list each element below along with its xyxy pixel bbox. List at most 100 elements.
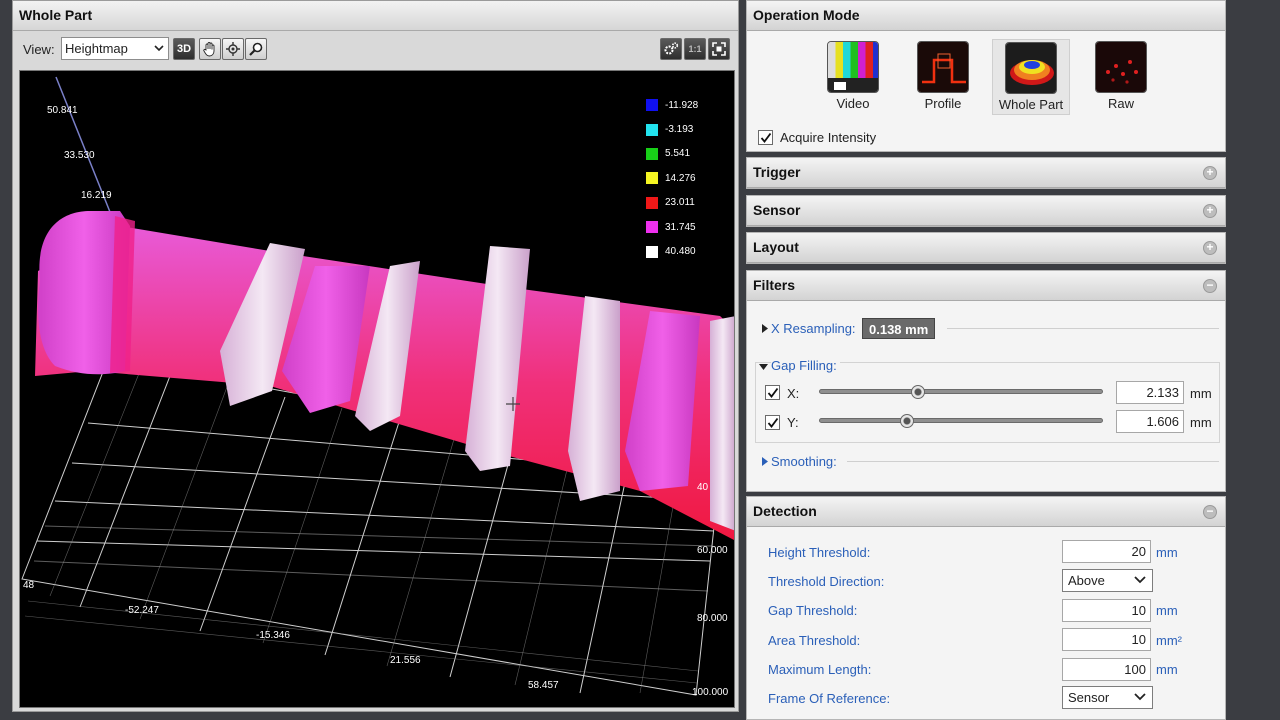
one-to-one-button[interactable]: 1:1: [684, 38, 706, 60]
gap-threshold-input[interactable]: 10: [1062, 599, 1151, 622]
operation-mode-section: Operation Mode Video Profile Whole Part …: [746, 0, 1226, 152]
expand-arrow-icon[interactable]: [762, 324, 768, 333]
trigger-header[interactable]: Trigger +: [747, 158, 1225, 188]
collapse-arrow-icon[interactable]: [759, 364, 768, 370]
height-threshold-unit: mm: [1156, 545, 1178, 560]
gap-x-label: X:: [787, 386, 800, 401]
mode-label: Raw: [1107, 96, 1134, 111]
operation-mode-title: Operation Mode: [753, 7, 860, 23]
gap-y-label: Y:: [787, 415, 799, 430]
gap-y-slider-thumb[interactable]: [900, 414, 915, 428]
legend-swatch: [646, 221, 658, 234]
legend-item: -3.193: [646, 117, 726, 141]
area-threshold-input[interactable]: 10: [1062, 628, 1151, 651]
x-tick-label: 58.457: [528, 680, 559, 691]
z-tick-label: 16.219: [81, 190, 112, 201]
frame-of-reference-select[interactable]: Sensor: [1062, 686, 1153, 709]
3d-view-button[interactable]: 3D: [173, 38, 195, 60]
y-tick-label: 60.000: [697, 545, 728, 556]
trigger-title: Trigger: [753, 164, 801, 180]
whole-part-panel: Whole Part View: Heightmap 3D 1:1 50.841…: [12, 0, 739, 712]
gap-x-input[interactable]: 2.133: [1116, 381, 1184, 404]
x-tick-label: 21.556: [390, 655, 421, 666]
expand-icon[interactable]: +: [1203, 166, 1217, 180]
expand-icon[interactable]: +: [1203, 204, 1217, 218]
x-resampling-value[interactable]: 0.138 mm: [862, 318, 936, 339]
gap-x-checkbox[interactable]: [765, 385, 780, 400]
height-threshold-input[interactable]: 20: [1062, 540, 1151, 563]
view-select[interactable]: Heightmap: [61, 37, 169, 60]
legend-value: 14.276: [665, 172, 696, 184]
detection-header[interactable]: Detection −: [747, 497, 1225, 527]
smoothing-label[interactable]: Smoothing:: [771, 454, 837, 469]
legend-swatch: [646, 147, 658, 160]
frame-of-reference-label: Frame Of Reference:: [768, 691, 891, 706]
view-toolbar: View: Heightmap 3D 1:1: [13, 35, 738, 63]
heightmap-3d-viewport[interactable]: 50.841 33.530 16.219 -52.247 -15.346 21.…: [19, 70, 735, 708]
threshold-direction-select[interactable]: Above: [1062, 569, 1153, 592]
gap-threshold-label: Gap Threshold:: [768, 603, 858, 618]
mode-raw-button[interactable]: Raw: [1082, 39, 1160, 115]
x-tick-label: -52.247: [125, 605, 159, 616]
expand-icon[interactable]: +: [1203, 241, 1217, 255]
gap-x-slider[interactable]: [819, 389, 1103, 394]
expand-arrow-icon[interactable]: [762, 457, 768, 466]
mode-label: Whole Part: [998, 97, 1064, 112]
layout-header[interactable]: Layout +: [747, 233, 1225, 263]
collapse-icon[interactable]: −: [1203, 279, 1217, 293]
height-threshold-label: Height Threshold:: [768, 545, 871, 560]
gap-y-checkbox[interactable]: [765, 415, 780, 430]
detection-section: Detection − Height Threshold: 20 mm Thres…: [746, 496, 1226, 720]
layout-title: Layout: [753, 239, 799, 255]
corner-tick-label: 48: [23, 580, 35, 591]
gap-filling-label[interactable]: Gap Filling:: [771, 358, 840, 373]
collapse-icon[interactable]: −: [1203, 505, 1217, 519]
chevron-down-icon: [154, 45, 164, 52]
acquire-intensity-checkbox[interactable]: [758, 130, 773, 145]
legend-value: 5.541: [665, 148, 691, 160]
legend-value: -11.928: [665, 99, 699, 111]
gap-y-slider[interactable]: [819, 418, 1103, 423]
threshold-direction-label: Threshold Direction:: [768, 574, 885, 589]
layout-section[interactable]: Layout +: [746, 232, 1226, 264]
operation-mode-header: Operation Mode: [747, 1, 1225, 31]
mode-profile-button[interactable]: Profile: [904, 39, 982, 115]
legend-value: -3.193: [665, 124, 694, 136]
gap-threshold-unit: mm: [1156, 603, 1178, 618]
panel-title: Whole Part: [13, 1, 738, 31]
maximum-length-label: Maximum Length:: [768, 662, 872, 677]
lobe-7: [710, 316, 734, 531]
divider: [847, 461, 1219, 462]
x-resampling-label[interactable]: X Resampling:: [771, 321, 856, 336]
legend-swatch: [646, 172, 658, 185]
legend-value: 31.745: [665, 221, 696, 233]
trigger-section[interactable]: Trigger +: [746, 157, 1226, 189]
pan-hand-button[interactable]: [199, 38, 221, 60]
checkmark-icon: [767, 387, 779, 398]
gap-y-input[interactable]: 1.606: [1116, 410, 1184, 433]
zoom-button[interactable]: [245, 38, 267, 60]
rotate-button[interactable]: [222, 38, 244, 60]
legend-value: 23.011: [665, 197, 695, 209]
legend-item: 14.276: [646, 166, 726, 190]
sensor-header[interactable]: Sensor +: [747, 196, 1225, 226]
gap-x-unit: mm: [1190, 386, 1212, 401]
rotate-icon: [226, 42, 240, 56]
sensor-section[interactable]: Sensor +: [746, 195, 1226, 227]
gear-icon: [664, 42, 679, 55]
filters-header[interactable]: Filters −: [747, 271, 1225, 301]
video-icon: [827, 41, 879, 93]
mode-whole-part-button[interactable]: Whole Part: [992, 39, 1070, 115]
fit-view-button[interactable]: [708, 38, 730, 60]
mode-video-button[interactable]: Video: [814, 39, 892, 115]
divider: [947, 328, 1219, 329]
sensor-title: Sensor: [753, 202, 801, 218]
maximum-length-input[interactable]: 100: [1062, 658, 1151, 681]
filters-title: Filters: [753, 277, 796, 293]
area-threshold-label: Area Threshold:: [768, 633, 861, 648]
acquire-intensity-label: Acquire Intensity: [780, 130, 877, 145]
maximum-length-unit: mm: [1156, 662, 1178, 677]
legend-item: 5.541: [646, 142, 726, 166]
y-tick-label: 80.000: [697, 613, 728, 624]
settings-button[interactable]: [660, 38, 682, 60]
